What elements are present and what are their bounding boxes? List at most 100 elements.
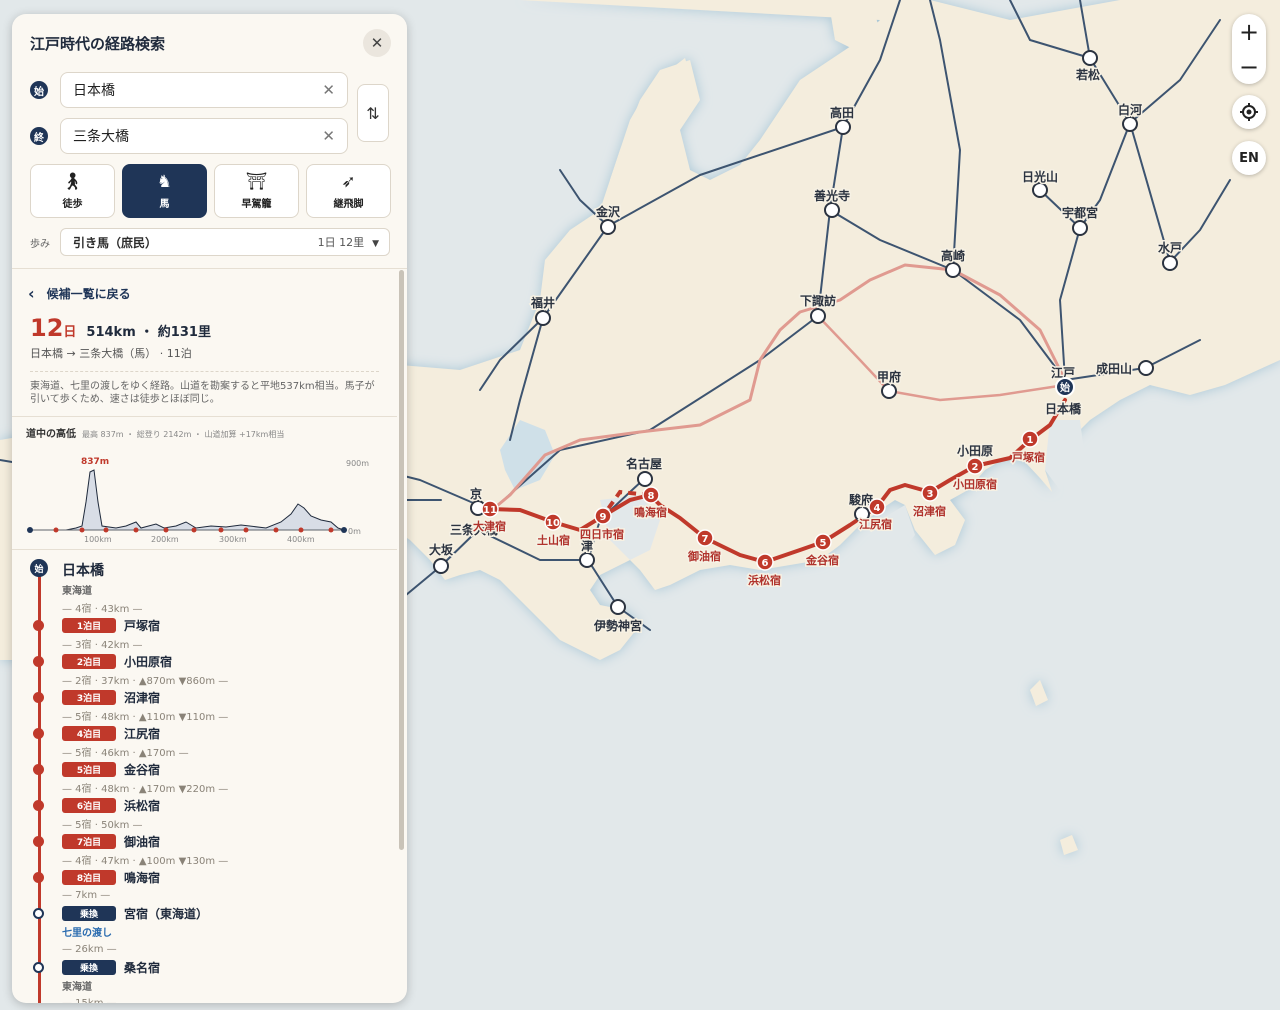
- segment-info: — 5宿 · 50km —: [62, 819, 143, 831]
- stop-name: 御油宿: [124, 834, 161, 849]
- back-to-list-link[interactable]: ‹ 候補一覧に戻る: [12, 268, 397, 304]
- city-label: 名古屋: [626, 456, 662, 471]
- stop-name: 小田原宿: [124, 654, 173, 669]
- city-label: 京: [470, 486, 482, 501]
- city-label: 宇都宮: [1062, 205, 1098, 220]
- close-icon: ✕: [370, 34, 384, 52]
- stop-name: 桑名宿: [124, 960, 161, 975]
- svg-text:4: 4: [874, 503, 881, 514]
- mode-runner[interactable]: ➶ 継飛脚: [306, 164, 391, 218]
- ymin-label: 0m: [348, 527, 361, 536]
- mode-palanquin[interactable]: ⛩︎ 早駕籠: [214, 164, 299, 218]
- ymax-label: 900m: [346, 459, 369, 468]
- segment-info: — 7km —: [62, 889, 111, 901]
- x-tick-label: 300km: [219, 535, 247, 544]
- elevation-title: 道中の高低: [26, 429, 76, 440]
- transfer-badge: 乗換: [62, 905, 116, 921]
- segment-info: — 3宿 · 42km —: [62, 639, 143, 651]
- elevation-stats: 最高 837m ・ 総登り 2142m ・ 山道加算 +17km相当: [82, 430, 285, 439]
- segment-info: — 15km —: [62, 997, 117, 1004]
- pace-rate: 1日 12里: [317, 236, 365, 249]
- svg-text:2: 2: [972, 462, 979, 473]
- route-summary: 12 日 514km ・ 約131里 日本橋 → 三条大橋（馬） · 11泊 東…: [12, 304, 397, 406]
- stop-name: 江尻宿: [124, 726, 161, 741]
- road-name: 東海道: [62, 585, 92, 597]
- panel-title: 江戸時代の経路検索: [30, 34, 166, 53]
- zoom-controls: + −: [1232, 14, 1266, 84]
- svg-text:7: 7: [702, 534, 709, 545]
- svg-text:3: 3: [927, 489, 934, 500]
- x-tick-label: 100km: [84, 535, 112, 544]
- city-label: 福井: [530, 295, 555, 310]
- segment-info: — 4宿 · 43km —: [62, 603, 143, 615]
- mode-label: 早駕籠: [241, 198, 272, 210]
- end-field-value: 三条大橋: [73, 129, 129, 145]
- clear-end-icon[interactable]: ✕: [322, 127, 335, 145]
- svg-text:浜松宿: 浜松宿: [748, 573, 781, 587]
- close-button[interactable]: ✕: [363, 29, 391, 57]
- night-badge: 3泊目: [62, 689, 116, 705]
- svg-text:小田原宿: 小田原宿: [952, 477, 997, 491]
- city-label: 白河: [1118, 102, 1142, 117]
- list-item[interactable]: 1泊目 戸塚宿: [12, 616, 397, 634]
- clear-start-icon[interactable]: ✕: [322, 81, 335, 99]
- list-item[interactable]: 3泊目 沼津宿: [12, 688, 397, 706]
- chevron-left-icon: ‹: [28, 283, 35, 303]
- route-detail: ‹ 候補一覧に戻る 12 日 514km ・ 約131里 日本橋 → 三条大橋（…: [12, 268, 397, 1003]
- city-label: 高崎: [941, 248, 965, 263]
- night-badge: 2泊目: [62, 653, 116, 669]
- list-item[interactable]: 5泊目 金谷宿: [12, 760, 397, 778]
- end-field[interactable]: 三条大橋 ✕: [60, 118, 348, 154]
- night-badge: 5泊目: [62, 761, 116, 777]
- zoom-in-button[interactable]: +: [1232, 14, 1266, 49]
- svg-text:四日市宿: 四日市宿: [580, 527, 624, 541]
- language-button[interactable]: EN: [1232, 141, 1266, 175]
- svg-text:10: 10: [546, 518, 560, 529]
- route-search-panel: 江戸時代の経路検索 ✕ 始 日本橋 ✕ 終 三条大橋 ✕ ⇅ 🚶︎ 徒歩 ♞ 馬…: [12, 14, 407, 1003]
- stop-name: 戸塚宿: [124, 618, 161, 633]
- locate-button[interactable]: [1232, 95, 1266, 129]
- days-count: 12: [30, 314, 64, 342]
- city-label: 伊勢神宮: [593, 618, 642, 633]
- transfer-badge: 乗換: [62, 959, 116, 975]
- stop-name: 金谷宿: [124, 762, 161, 777]
- palanquin-icon: ⛩︎: [245, 171, 268, 192]
- svg-text:沼津宿: 沼津宿: [913, 504, 946, 518]
- pace-select[interactable]: 引き馬（庶民） 1日 12里 ▼: [60, 228, 390, 256]
- list-item[interactable]: 8泊目 鳴海宿: [12, 868, 397, 886]
- stop-name: 鳴海宿: [124, 870, 161, 885]
- zoom-out-button[interactable]: −: [1232, 49, 1266, 84]
- city-label: 甲府: [877, 369, 901, 384]
- svg-text:6: 6: [762, 558, 769, 569]
- stop-name: 浜松宿: [124, 798, 161, 813]
- scrollbar[interactable]: [399, 270, 404, 850]
- night-badge: 6泊目: [62, 797, 116, 813]
- list-item[interactable]: 2泊目 小田原宿: [12, 652, 397, 670]
- night-badge: 7泊目: [62, 833, 116, 849]
- mode-horse[interactable]: ♞ 馬: [122, 164, 207, 218]
- segment-info: — 26km —: [62, 943, 117, 955]
- city-label: 大坂: [429, 542, 454, 557]
- back-label: 候補一覧に戻る: [46, 286, 131, 301]
- chevron-down-icon: ▼: [372, 239, 379, 249]
- city-label: 下諏訪: [800, 293, 836, 308]
- svg-text:8: 8: [648, 491, 655, 502]
- list-item[interactable]: 6泊目 浜松宿: [12, 796, 397, 814]
- road-name: 七里の渡し: [62, 927, 112, 939]
- city-label: 小田原: [957, 443, 993, 458]
- start-field-value: 日本橋: [73, 83, 115, 99]
- travel-modes: 🚶︎ 徒歩 ♞ 馬 ⛩︎ 早駕籠 ➶ 継飛脚: [30, 164, 391, 218]
- mode-walk[interactable]: 🚶︎ 徒歩: [30, 164, 115, 218]
- end-badge: 終: [30, 127, 48, 145]
- swap-button[interactable]: ⇅: [357, 84, 389, 142]
- start-field[interactable]: 日本橋 ✕: [60, 72, 348, 108]
- svg-text:大津宿: 大津宿: [473, 519, 506, 533]
- list-item[interactable]: 乗換 宮宿（東海道）: [12, 904, 397, 922]
- list-item[interactable]: 4泊目 江尻宿: [12, 724, 397, 742]
- list-item[interactable]: 7泊目 御油宿: [12, 832, 397, 850]
- svg-text:御油宿: 御油宿: [687, 549, 721, 563]
- svg-text:戸塚宿: 戸塚宿: [1012, 450, 1045, 464]
- list-item[interactable]: 乗換 桑名宿: [12, 958, 397, 976]
- stop-name: 宮宿（東海道）: [124, 906, 209, 921]
- city-label: 成田山: [1096, 361, 1132, 376]
